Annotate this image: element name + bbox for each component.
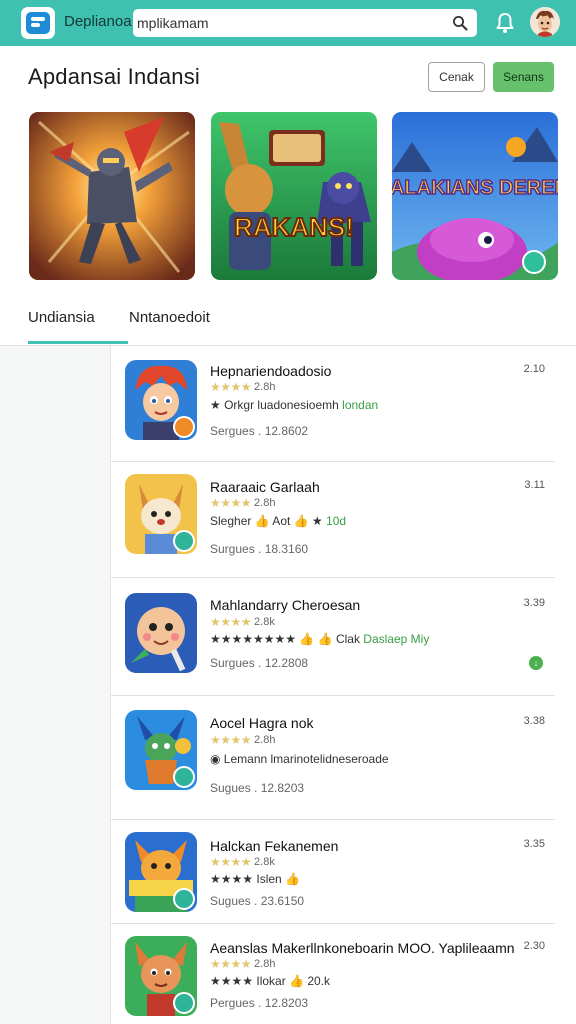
app-version: 2.10	[523, 363, 545, 375]
active-tab-indicator	[28, 341, 128, 344]
meta-green: londan	[342, 398, 379, 412]
rating-count: 2.8k	[254, 856, 275, 868]
search-icon[interactable]	[452, 15, 468, 31]
featured-banner-3[interactable]: KALAKIANS DERENI	[392, 112, 558, 280]
badge-icon	[173, 766, 195, 788]
app-rating: ★★★★ 2.8h	[210, 380, 276, 394]
app-title: Aocel Hagra nok	[210, 715, 314, 731]
rating-count: 2.8h	[254, 381, 276, 393]
app-meta: ★ Orkgr luadonesioemh londan	[210, 398, 378, 412]
primary-button[interactable]: Senans	[493, 62, 554, 92]
rating-count: 2.8h	[254, 958, 276, 970]
app-icon-6	[125, 936, 197, 1016]
app-rating: ★★★★ 2.8k	[210, 855, 275, 869]
top-app-bar: Deplianoa mplikamam	[0, 0, 576, 46]
avatar[interactable]	[530, 7, 560, 37]
app-icon-4	[125, 710, 197, 790]
download-badge-icon[interactable]: ↓	[529, 656, 543, 670]
list-item[interactable]: Halckan Fekanemen ★★★★ 2.8k ★★★★ Islen 👍 …	[111, 820, 555, 924]
app-title: Hepnariendoadosio	[210, 363, 332, 379]
app-subtitle: Surgues . 12.2808	[210, 656, 309, 670]
banner-2-title: RAKANS!	[234, 212, 354, 242]
meta-text: Slegher 👍 Aot 👍 ★	[210, 514, 323, 528]
rating-count: 2.8h	[254, 497, 276, 509]
app-meta: ★★★★ Ilokar 👍 20.k	[210, 974, 330, 988]
rating-count: 2.8h	[254, 734, 276, 746]
app-title: Raaraaic Garlaah	[210, 479, 320, 495]
meta-text: ◉ Lemann lmarinotelidneseroade	[210, 752, 389, 766]
app-icon-5	[125, 832, 197, 912]
app-name: Deplianoa	[64, 13, 132, 30]
featured-banner-2[interactable]: RAKANS!	[211, 112, 377, 280]
app-rating: ★★★★ 2.8k	[210, 615, 275, 629]
app-icon-2	[125, 474, 197, 554]
app-subtitle: Sugues . 12.8203	[210, 781, 305, 795]
app-icon-1	[125, 360, 197, 440]
app-meta: Slegher 👍 Aot 👍 ★ 10d	[210, 514, 346, 528]
badge-icon	[173, 992, 195, 1014]
app-meta: ★★★★ Islen 👍	[210, 872, 300, 886]
list-item[interactable]: Hepnariendoadosio ★★★★ 2.8h ★ Orkgr luado…	[111, 346, 555, 462]
banner-3-title: KALAKIANS DERENI	[392, 177, 558, 199]
tab-nntanoedoit[interactable]: Nntanoedoit	[129, 309, 210, 326]
meta-text: ★ Orkgr luadonesioemh	[210, 398, 339, 412]
meta-green: 10d	[326, 514, 347, 528]
tab-undiansia[interactable]: Undiansia	[28, 309, 95, 326]
cancel-button[interactable]: Cenak	[428, 62, 485, 92]
app-subtitle: Sergues . 12.8602	[210, 424, 309, 438]
list-item[interactable]: Aocel Hagra nok ★★★★ 2.8h ◉ Lemann lmarin…	[111, 696, 555, 820]
app-rating: ★★★★ 2.8h	[210, 957, 276, 971]
meta-green: Daslaep Miy	[363, 632, 430, 646]
app-icon-3	[125, 593, 197, 673]
app-title: Aeanslas Makerllnkoneboarin MOO. Yaplile…	[210, 940, 515, 956]
meta-text: ★★★★ Ilokar 👍 20.k	[210, 974, 330, 988]
meta-text: ★★★★★★★★ 👍 👍 Clak	[210, 632, 360, 646]
app-meta: ◉ Lemann lmarinotelidneseroade	[210, 752, 389, 766]
app-rating: ★★★★ 2.8h	[210, 733, 276, 747]
list-item[interactable]: Raaraaic Garlaah ★★★★ 2.8h Slegher 👍 Aot …	[111, 462, 555, 578]
featured-banner-1[interactable]	[29, 112, 195, 280]
app-version: 3.11	[524, 479, 545, 491]
badge-icon	[173, 530, 195, 552]
app-version: 3.38	[523, 715, 545, 727]
app-subtitle: Pergues . 12.8203	[210, 996, 309, 1010]
search-input[interactable]: mplikamam	[133, 9, 477, 37]
logo-icon[interactable]	[21, 7, 55, 39]
rating-count: 2.8k	[254, 616, 275, 628]
side-pane	[0, 346, 111, 1024]
page-title: Apdansai Indansi	[28, 64, 200, 89]
badge-icon	[173, 888, 195, 910]
list-item[interactable]: Aeanslas Makerllnkoneboarin MOO. Yaplile…	[111, 924, 555, 1024]
app-subtitle: Sugues . 23.6150	[210, 894, 305, 908]
list-item[interactable]: Mahlandarry Cheroesan ★★★★ 2.8k ★★★★★★★★ …	[111, 578, 555, 696]
app-version: 3.35	[523, 838, 545, 850]
bell-icon[interactable]	[495, 12, 515, 34]
app-version: 2.30	[523, 940, 545, 952]
app-meta: ★★★★★★★★ 👍 👍 Clak Daslaep Miy	[210, 632, 429, 646]
app-subtitle: Surgues . 18.3160	[210, 542, 309, 556]
badge-icon	[173, 416, 195, 438]
app-title: Mahlandarry Cheroesan	[210, 597, 361, 613]
meta-text: ★★★★ Islen 👍	[210, 872, 300, 886]
search-value: mplikamam	[137, 15, 209, 31]
app-rating: ★★★★ 2.8h	[210, 496, 276, 510]
app-title: Halckan Fekanemen	[210, 838, 339, 854]
app-version: 3.39	[523, 597, 545, 609]
